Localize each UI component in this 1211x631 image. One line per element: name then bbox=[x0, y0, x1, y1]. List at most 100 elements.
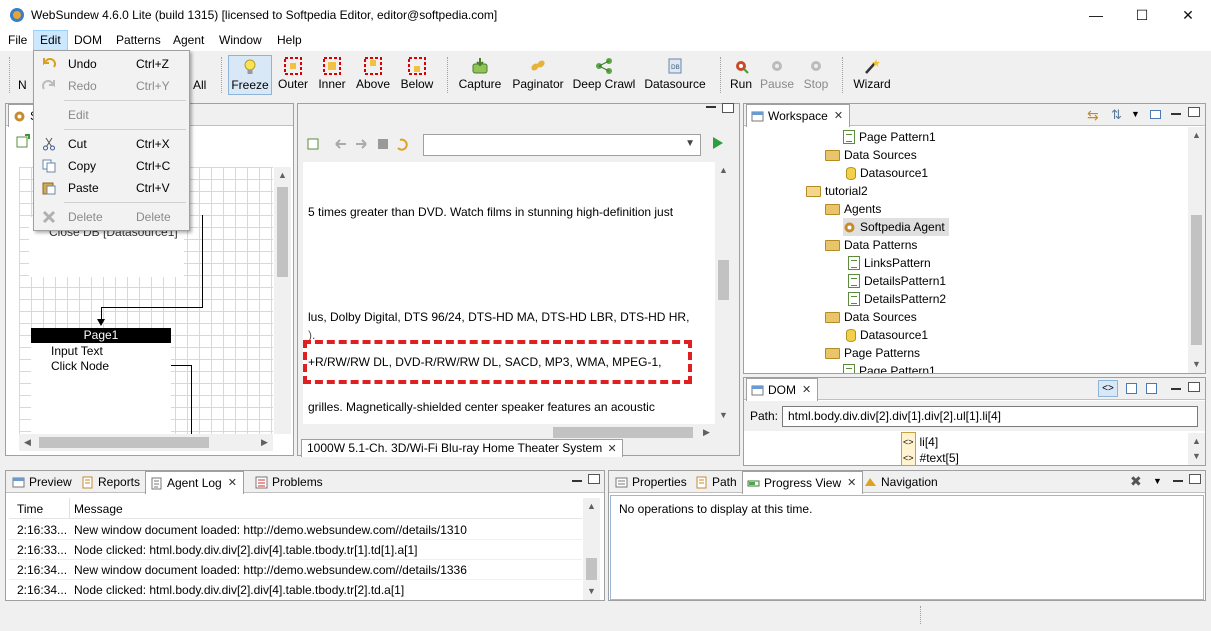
minimize-view-icon[interactable] bbox=[1171, 388, 1181, 390]
tree-item-selected[interactable]: Softpedia Agent bbox=[843, 218, 949, 236]
close-icon[interactable]: ✕ bbox=[228, 472, 237, 494]
deep-crawl-button[interactable]: Deep Crawl bbox=[572, 55, 636, 95]
scroll-thumb[interactable] bbox=[277, 187, 288, 277]
tree-item[interactable]: Page Pattern1 bbox=[843, 128, 936, 146]
scroll-left-arrow[interactable]: ◀ bbox=[19, 434, 36, 451]
tab-problems[interactable]: Problems bbox=[251, 471, 329, 493]
menu-item-redo[interactable]: Redo Ctrl+Y bbox=[34, 75, 189, 97]
tab-path[interactable]: Path bbox=[691, 471, 743, 493]
tree-item[interactable]: LinksPattern bbox=[848, 254, 931, 272]
scroll-thumb[interactable] bbox=[553, 427, 693, 438]
dom-node[interactable]: <> li[4] bbox=[901, 432, 938, 452]
scroll-thumb[interactable] bbox=[586, 558, 597, 580]
tag-view-icon[interactable]: <> bbox=[1098, 380, 1118, 397]
scroll-down-arrow[interactable]: ▼ bbox=[1188, 448, 1205, 465]
maximize-view-icon[interactable] bbox=[722, 103, 734, 113]
url-combobox[interactable]: ▼ bbox=[423, 134, 701, 156]
maximize-view-icon[interactable] bbox=[1188, 107, 1200, 117]
sync-icon[interactable]: ⇆ bbox=[1087, 107, 1099, 124]
scroll-up-arrow[interactable]: ▲ bbox=[583, 498, 600, 515]
log-vertical-scrollbar[interactable]: ▲ ▼ bbox=[583, 498, 600, 600]
below-button[interactable]: Below bbox=[398, 55, 436, 95]
maximize-view-icon[interactable] bbox=[1188, 382, 1200, 392]
close-icon[interactable]: ✕ bbox=[608, 443, 617, 455]
scroll-up-arrow[interactable]: ▲ bbox=[715, 162, 732, 179]
menu-window[interactable]: Window bbox=[213, 30, 268, 51]
browser-vertical-scrollbar[interactable]: ▲ ▼ bbox=[715, 162, 732, 424]
table-row[interactable]: 2:16:34... Node clicked: html.body.div.di… bbox=[9, 580, 582, 600]
new-node-icon[interactable] bbox=[16, 134, 30, 151]
scroll-up-arrow[interactable]: ▲ bbox=[1188, 127, 1205, 144]
scroll-thumb[interactable] bbox=[1191, 215, 1202, 345]
diagram-horizontal-scrollbar[interactable]: ◀ ▶ bbox=[19, 434, 273, 451]
minimize-view-icon[interactable] bbox=[1173, 480, 1183, 482]
workspace-vertical-scrollbar[interactable]: ▲ ▼ bbox=[1188, 127, 1205, 373]
close-icon[interactable]: ✕ bbox=[834, 105, 843, 127]
maximize-view-icon[interactable] bbox=[588, 474, 600, 484]
tree-item[interactable]: Data Patterns bbox=[825, 236, 917, 254]
close-button[interactable]: ✕ bbox=[1165, 0, 1211, 30]
tab-preview[interactable]: Preview bbox=[8, 471, 78, 493]
minimize-view-icon[interactable] bbox=[572, 480, 582, 482]
close-icon[interactable]: ✕ bbox=[802, 379, 811, 401]
view-menu-icon[interactable]: ▼ bbox=[1131, 109, 1140, 119]
tree-item[interactable]: Page Patterns bbox=[825, 344, 920, 362]
run-button[interactable]: Run bbox=[728, 55, 754, 95]
expand-icon[interactable] bbox=[1126, 383, 1137, 394]
outer-button[interactable]: Outer bbox=[276, 55, 310, 95]
tab-agent-log[interactable]: Agent Log ✕ bbox=[145, 471, 244, 494]
menu-edit[interactable]: Edit bbox=[33, 30, 68, 51]
menu-item-edit[interactable]: Edit bbox=[34, 104, 189, 126]
menu-file[interactable]: File bbox=[2, 30, 33, 51]
tree-item[interactable]: Page Pattern1 bbox=[843, 362, 936, 373]
collapse-all-icon[interactable] bbox=[1150, 110, 1161, 119]
scroll-right-arrow[interactable]: ▶ bbox=[698, 424, 715, 441]
pause-button[interactable]: Pause bbox=[760, 55, 794, 95]
scroll-thumb[interactable] bbox=[39, 437, 209, 448]
tree-item[interactable]: Datasource1 bbox=[846, 164, 928, 182]
go-icon[interactable] bbox=[713, 137, 723, 149]
capture-button[interactable]: Capture bbox=[457, 55, 503, 95]
table-row[interactable]: 2:16:33... Node clicked: html.body.div.di… bbox=[9, 540, 582, 560]
scroll-down-arrow[interactable]: ▼ bbox=[1188, 356, 1205, 373]
tab-navigation[interactable]: Navigation bbox=[860, 471, 944, 493]
tab-workspace[interactable]: Workspace ✕ bbox=[746, 104, 851, 127]
input-text-step[interactable]: Input Text bbox=[51, 344, 103, 358]
menu-item-cut[interactable]: Cut Ctrl+X bbox=[34, 133, 189, 155]
datasource-button[interactable]: DB Datasource bbox=[643, 55, 707, 95]
dom-vertical-scrollbar[interactable]: ▲ ▼ bbox=[1188, 433, 1205, 465]
tab-dom[interactable]: DOM ✕ bbox=[746, 378, 819, 401]
menu-item-copy[interactable]: Copy Ctrl+C bbox=[34, 155, 189, 177]
table-row[interactable]: 2:16:33... New window document loaded: ht… bbox=[9, 520, 582, 540]
tree-item[interactable]: Data Sources bbox=[825, 308, 917, 326]
menu-dom[interactable]: DOM bbox=[68, 30, 108, 51]
tree-item[interactable]: DetailsPattern1 bbox=[848, 272, 946, 290]
dom-path-input[interactable]: html.body.div.div[2].div[1].div[2].ul[1]… bbox=[782, 406, 1198, 427]
tree-item[interactable]: Data Sources bbox=[825, 146, 917, 164]
collapse-icon[interactable] bbox=[1146, 383, 1157, 394]
minimize-view-icon[interactable] bbox=[706, 106, 716, 108]
toolbar-all-partial[interactable]: All bbox=[193, 78, 206, 94]
scroll-down-arrow[interactable]: ▼ bbox=[715, 407, 732, 424]
tree-item[interactable]: Agents bbox=[825, 200, 881, 218]
inner-button[interactable]: Inner bbox=[316, 55, 348, 95]
tab-reports[interactable]: Reports bbox=[77, 471, 146, 493]
minimize-view-icon[interactable] bbox=[1171, 113, 1181, 115]
menu-help[interactable]: Help bbox=[271, 30, 308, 51]
minimize-button[interactable]: — bbox=[1073, 0, 1119, 30]
workspace-tree[interactable]: Page Pattern1 Data Sources Datasource1 t… bbox=[744, 127, 1188, 373]
above-button[interactable]: Above bbox=[354, 55, 392, 95]
tree-item[interactable]: tutorial2 bbox=[806, 182, 868, 200]
browser-page-tab[interactable]: 1000W 5.1-Ch. 3D/Wi-Fi Blu-ray Home Thea… bbox=[301, 439, 623, 457]
view-menu-icon[interactable]: ▼ bbox=[1153, 476, 1162, 486]
menu-item-undo[interactable]: Undo Ctrl+Z bbox=[34, 53, 189, 75]
tree-item[interactable]: Datasource1 bbox=[846, 326, 928, 344]
remove-all-icon[interactable]: ✖ bbox=[1130, 473, 1142, 490]
scroll-up-arrow[interactable]: ▲ bbox=[274, 167, 291, 184]
maximize-view-icon[interactable] bbox=[1189, 474, 1201, 484]
browser-content[interactable]: 5 times greater than DVD. Watch films in… bbox=[303, 162, 715, 424]
tree-item[interactable]: DetailsPattern2 bbox=[848, 290, 946, 308]
tab-progress-view[interactable]: Progress View ✕ bbox=[742, 471, 864, 494]
dom-node[interactable]: <> #text[5] bbox=[901, 450, 959, 465]
tab-properties[interactable]: Properties bbox=[611, 471, 693, 493]
